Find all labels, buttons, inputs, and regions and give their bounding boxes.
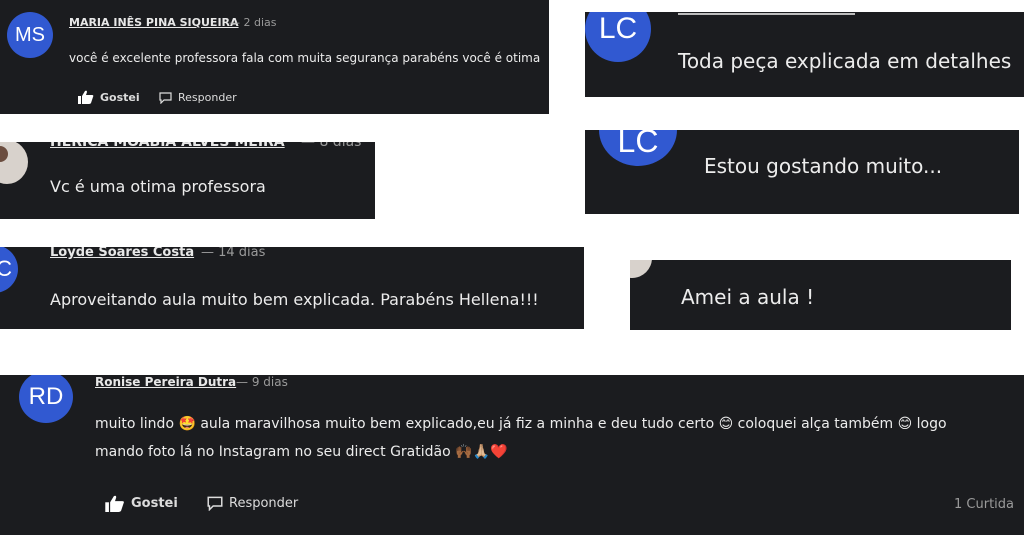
comment-bubble-icon	[159, 91, 172, 104]
comment-card-amei: Amei a aula !	[630, 260, 1011, 330]
comment-bubble-icon	[207, 496, 223, 511]
reply-button[interactable]: Responder	[159, 91, 237, 104]
reply-label: Responder	[229, 496, 299, 511]
thumbs-up-icon	[78, 90, 94, 104]
comment-card-loyde: C Loyde Soares Costa — 14 dias Aproveita…	[0, 247, 584, 329]
comment-author-cropped	[678, 13, 855, 15]
comment-author[interactable]: Loyde Soares Costa	[50, 247, 194, 260]
comment-text-line-2: mando foto lá no Instagram no seu direct…	[95, 444, 508, 460]
comment-author[interactable]: MARIA INÊS PINA SIQUEIRA	[69, 16, 239, 29]
comment-card-maria: MS MARIA INÊS PINA SIQUEIRA — 2 dias voc…	[0, 0, 549, 114]
comment-text: Toda peça explicada em detalhes	[678, 49, 1012, 73]
likes-count[interactable]: 1 Curtida	[954, 497, 1014, 512]
avatar[interactable]: RD	[19, 375, 73, 423]
like-button[interactable]: Gostei	[105, 495, 178, 512]
comment-card-lc-2: LC Estou gostando muito...	[585, 130, 1019, 214]
like-button[interactable]: Gostei	[78, 90, 140, 104]
comment-text: Vc é uma otima professora	[50, 177, 266, 196]
comment-author[interactable]: HERICA MOABIA ALVES MEIRA	[50, 142, 285, 150]
avatar[interactable]: C	[0, 247, 18, 293]
like-label: Gostei	[100, 90, 140, 104]
comment-timestamp: — 14 dias	[201, 247, 266, 260]
comment-text: Estou gostando muito...	[704, 154, 943, 178]
comment-text: Aproveitando aula muito bem explicada. P…	[50, 290, 539, 309]
comment-author[interactable]: Ronise Pereira Dutra	[95, 375, 236, 389]
avatar[interactable]: LC	[599, 130, 677, 166]
comment-card-herica: HERICA MOABIA ALVES MEIRA — 8 dias Vc é …	[0, 142, 375, 219]
comment-timestamp: — 2 dias	[229, 16, 277, 29]
comment-timestamp: — 9 dias	[236, 375, 288, 389]
reply-button[interactable]: Responder	[207, 496, 298, 511]
comment-text: Amei a aula !	[681, 285, 815, 309]
avatar-photo[interactable]	[0, 142, 28, 184]
thumbs-up-icon	[105, 495, 125, 512]
comment-timestamp: — 8 dias	[301, 142, 362, 150]
avatar-photo[interactable]	[630, 260, 652, 278]
comment-text-line-1: muito lindo 🤩 aula maravilhosa muito bem…	[95, 416, 947, 432]
comment-text: você é excelente professora fala com mui…	[69, 51, 541, 65]
avatar[interactable]: LC	[585, 12, 651, 62]
like-label: Gostei	[131, 496, 178, 511]
reply-label: Responder	[178, 91, 237, 104]
comment-card-ronise: RD Ronise Pereira Dutra — 9 dias muito l…	[0, 375, 1024, 535]
avatar[interactable]: MS	[7, 12, 53, 58]
comment-card-lc-1: LC Toda peça explicada em detalhes	[585, 12, 1024, 97]
